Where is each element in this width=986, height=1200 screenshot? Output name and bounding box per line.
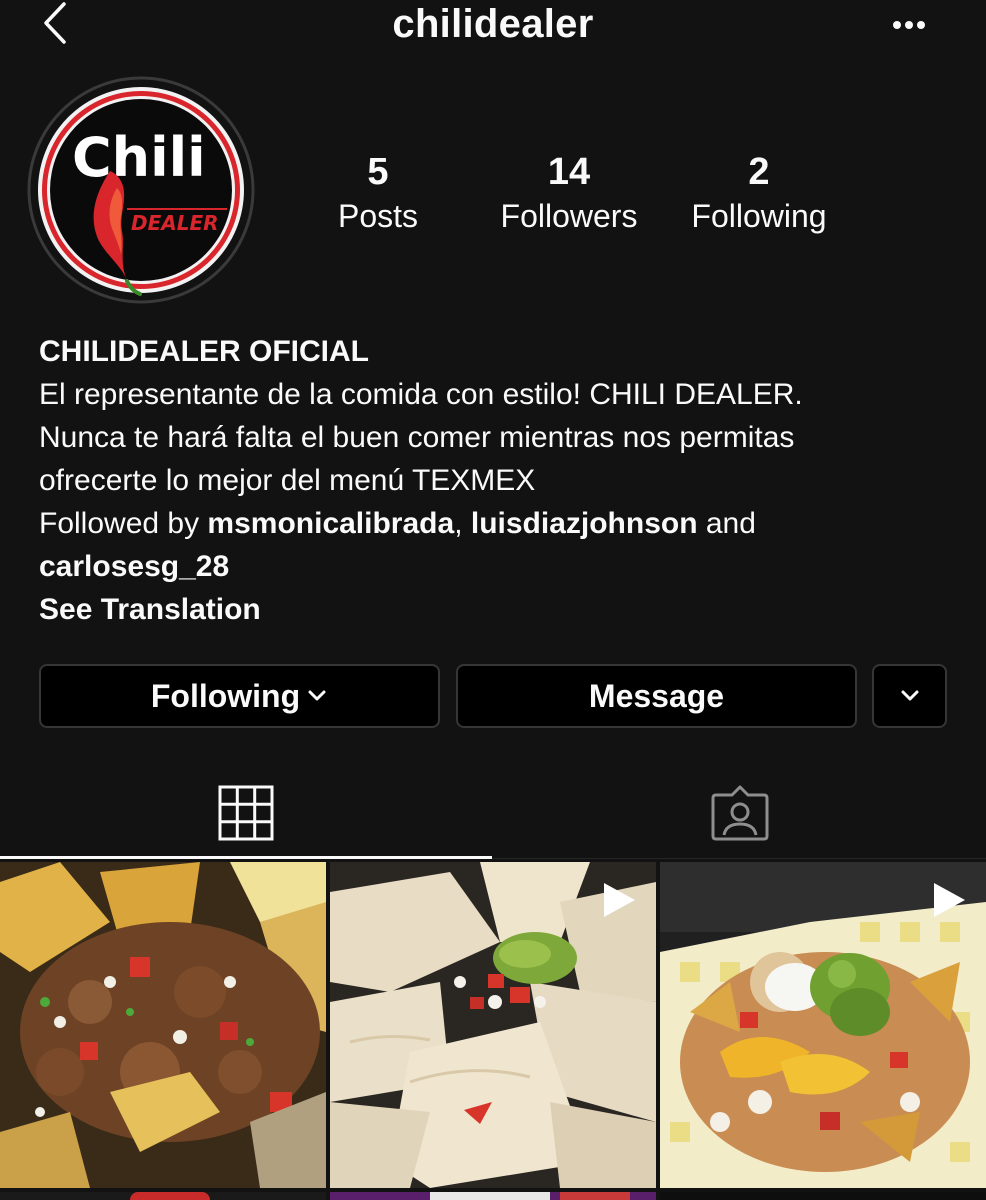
follower-link[interactable]: carlosesg_28 [39, 550, 229, 583]
post-thumbnail[interactable] [330, 862, 656, 1188]
post-thumbnail-partial[interactable] [330, 1192, 656, 1200]
chilidealer-logo: Chili DEALER [27, 76, 255, 304]
post-thumbnail[interactable] [0, 862, 326, 1188]
message-button[interactable]: Message [456, 664, 857, 728]
followed-by-line: Followed by msmonicalibrada, luisdiazjoh… [39, 502, 959, 545]
and-text: and [697, 507, 756, 540]
see-translation-link[interactable]: See Translation [39, 593, 261, 626]
following-count[interactable]: 2 Following [664, 150, 854, 238]
chevron-down-icon [901, 690, 918, 701]
grid-icon [218, 785, 274, 841]
followers-count[interactable]: 14 Followers [474, 150, 664, 238]
post-thumbnail[interactable] [660, 862, 986, 1188]
posts-value: 5 [367, 151, 389, 193]
video-play-icon [934, 883, 965, 917]
bio-line: El representante de la comida con estilo… [39, 378, 803, 411]
posts-count[interactable]: 5 Posts [283, 150, 473, 238]
more-dots-icon [893, 21, 925, 29]
followers-value: 14 [547, 151, 591, 193]
followed-by-prefix: Followed by [39, 507, 208, 540]
following-button-label: Following [150, 677, 301, 714]
profile-username: chilidealer [392, 2, 594, 46]
tagged-icon [711, 785, 768, 841]
bio-line: ofrecerte lo mejor del menú TEXMEX [39, 464, 536, 497]
message-button-label: Message [588, 677, 725, 714]
svg-text:DEALER: DEALER [131, 211, 219, 235]
post-thumbnail-partial[interactable] [0, 1192, 326, 1200]
avatar[interactable]: Chili DEALER [27, 76, 255, 304]
more-options-button[interactable] [886, 14, 932, 36]
posts-grid [0, 862, 986, 1200]
posts-label: Posts [337, 198, 419, 234]
following-button[interactable]: Following [39, 664, 440, 728]
bio-line: Nunca te hará falta el buen comer mientr… [39, 421, 795, 454]
profile-tabs [0, 770, 986, 862]
video-play-icon [604, 883, 635, 917]
nachos-photo [0, 862, 326, 1188]
follower-link[interactable]: luisdiazjohnson [471, 507, 698, 540]
top-bar: chilidealer [0, 0, 986, 52]
following-value: 2 [748, 151, 770, 193]
followers-label: Followers [500, 198, 638, 234]
chevron-down-icon [308, 690, 326, 701]
follower-link[interactable]: msmonicalibrada [207, 507, 454, 540]
display-name: CHILIDEALER OFICIAL [39, 335, 369, 368]
post-thumbnail-partial[interactable] [660, 1192, 986, 1200]
tab-tagged[interactable] [493, 770, 986, 856]
active-tab-indicator [0, 856, 492, 859]
following-label: Following [691, 198, 827, 234]
suggested-accounts-button[interactable] [872, 664, 947, 728]
separator: , [454, 507, 471, 540]
tab-grid[interactable] [0, 770, 492, 856]
profile-bio: CHILIDEALER OFICIAL El representante de … [39, 330, 959, 631]
svg-text:Chili: Chili [72, 126, 206, 189]
